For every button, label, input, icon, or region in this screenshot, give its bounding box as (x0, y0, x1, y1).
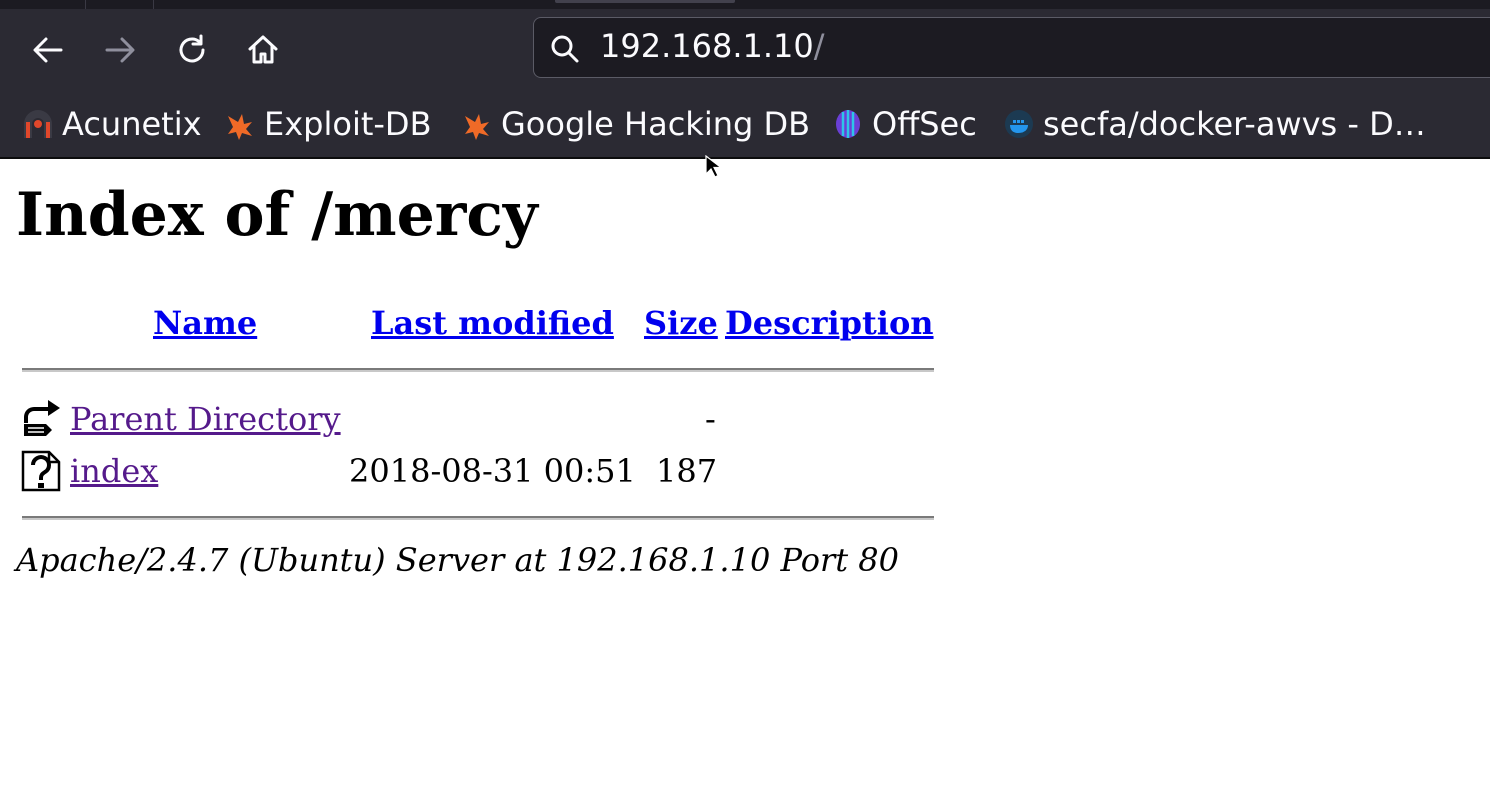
bookmark-google-hacking-db[interactable]: Google Hacking DB (461, 105, 810, 143)
docker-icon (1003, 108, 1035, 140)
page-content: Index of /mercy Name Last modified Size … (0, 159, 1490, 792)
parent-directory-icon (24, 400, 60, 436)
bookmark-docker-awvs[interactable]: secfa/docker-awvs - D… (1003, 105, 1426, 143)
bookmark-label: OffSec (872, 105, 977, 143)
parent-directory-link[interactable]: Parent Directory (70, 400, 341, 438)
row-last-modified: 2018-08-31 00:51 (349, 452, 636, 490)
navigation-toolbar: 192.168.1.10/ (0, 9, 1490, 93)
reload-button[interactable] (170, 30, 214, 70)
mouse-cursor-icon (705, 155, 721, 178)
column-header-description[interactable]: Description (725, 304, 934, 342)
home-button[interactable] (241, 30, 285, 70)
tab-separator (85, 0, 86, 9)
divider (22, 516, 934, 520)
row-size: - (705, 400, 716, 438)
offsec-icon (832, 108, 864, 140)
page-title: Index of /mercy (16, 180, 538, 250)
acunetix-icon (22, 108, 54, 140)
back-button[interactable] (26, 30, 70, 70)
column-header-name[interactable]: Name (153, 304, 257, 342)
bookmark-label: Acunetix (62, 105, 202, 143)
bookmark-label: Exploit-DB (264, 105, 432, 143)
tab-strip (0, 0, 1490, 9)
bookmark-acunetix[interactable]: Acunetix (22, 105, 202, 143)
exploit-db-icon (224, 108, 256, 140)
bookmark-label: Google Hacking DB (501, 105, 811, 143)
reload-icon (179, 34, 205, 63)
column-header-size[interactable]: Size (644, 304, 718, 342)
active-tab[interactable] (555, 0, 735, 3)
row-size: 187 (656, 452, 718, 490)
file-link-index[interactable]: index (70, 452, 158, 490)
url-path: / (813, 27, 825, 65)
bookmark-label: secfa/docker-awvs - D… (1043, 105, 1426, 143)
bookmark-exploit-db[interactable]: Exploit-DB (224, 105, 432, 143)
server-signature: Apache/2.4.7 (Ubuntu) Server at 192.168.… (16, 541, 900, 579)
tab-separator (153, 0, 154, 9)
unknown-file-icon (21, 450, 61, 492)
arrow-left-icon (33, 37, 63, 63)
bookmarks-toolbar: Acunetix Exploit-DB Google Hacking DB Of… (0, 93, 1490, 159)
forward-button[interactable] (98, 30, 142, 70)
search-icon (551, 35, 579, 63)
home-icon (248, 35, 278, 64)
column-header-last-modified[interactable]: Last modified (371, 304, 614, 342)
arrow-right-icon (105, 37, 135, 63)
divider (22, 368, 934, 372)
url-bar[interactable]: 192.168.1.10/ (533, 17, 1490, 78)
url-host: 192.168.1.10 (600, 27, 814, 65)
ghdb-icon (461, 108, 493, 140)
url-text[interactable]: 192.168.1.10/ (600, 27, 825, 65)
bookmark-offsec[interactable]: OffSec (832, 105, 977, 143)
